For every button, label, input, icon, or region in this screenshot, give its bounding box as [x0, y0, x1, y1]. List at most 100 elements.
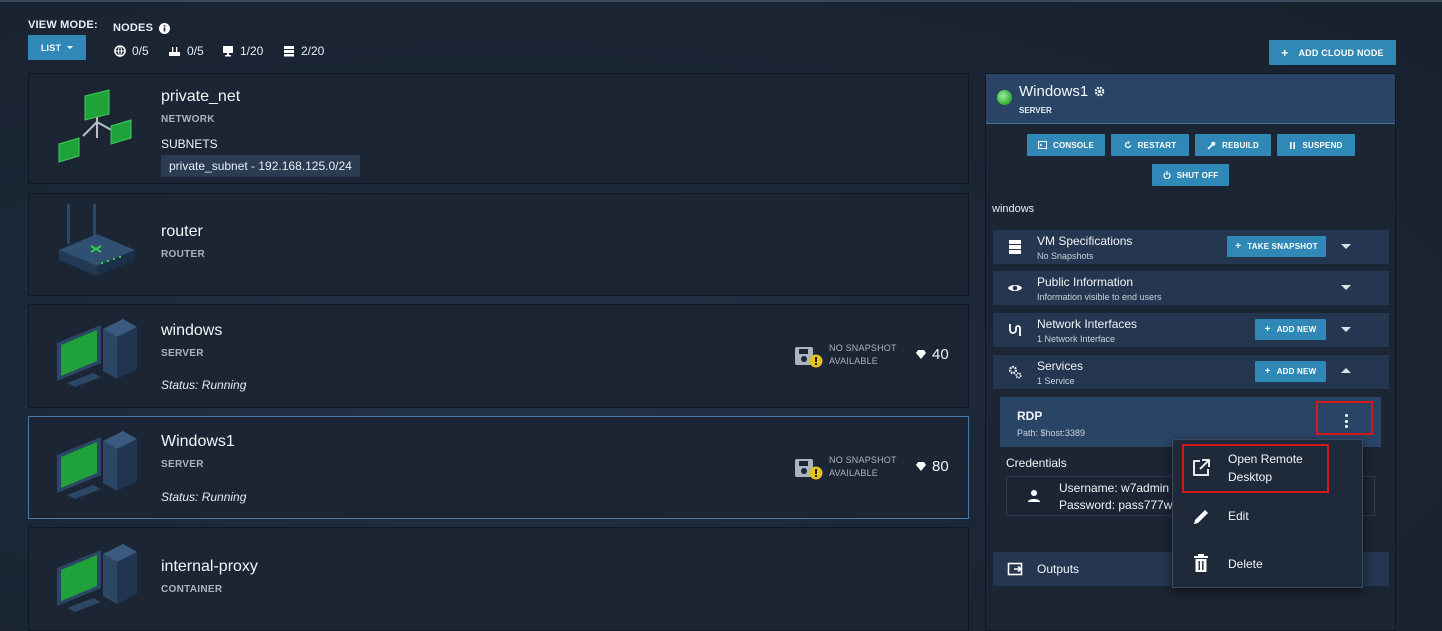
- chevron-up-icon[interactable]: [1341, 368, 1351, 373]
- plus-icon: +: [1281, 45, 1289, 60]
- node-type: NETWORK: [161, 114, 215, 125]
- take-snapshot-button[interactable]: + TAKE SNAPSHOT: [1227, 236, 1326, 257]
- server-rack-icon: [284, 46, 294, 57]
- restart-button[interactable]: RESTART: [1111, 134, 1189, 156]
- menu-item-delete[interactable]: Delete: [1173, 550, 1362, 580]
- node-status: Status: Running: [161, 490, 247, 504]
- node-card-private-net[interactable]: private_net NETWORK SUBNETS private_subn…: [28, 73, 969, 184]
- detail-title: Windows1: [1019, 83, 1089, 100]
- network-count-value: 0/5: [132, 44, 149, 58]
- server-monitor-icon: [57, 431, 137, 499]
- restart-icon: [1124, 141, 1131, 149]
- node-card-internal-proxy[interactable]: internal-proxy CONTAINER: [28, 527, 969, 631]
- shut-off-button[interactable]: SHUT OFF: [1152, 164, 1229, 186]
- info-icon[interactable]: [159, 22, 171, 34]
- section-network-interfaces[interactable]: Network Interfaces 1 Network Interface +…: [993, 313, 1389, 347]
- os-text: windows: [992, 203, 1035, 215]
- console-button[interactable]: CONSOLE: [1027, 134, 1105, 156]
- network-interface-icon: [1009, 324, 1021, 336]
- nodes-header: NODES: [113, 22, 171, 34]
- section-title: VM Specifications: [1037, 234, 1133, 248]
- plus-icon: +: [1264, 324, 1271, 335]
- service-path: Path: $host:3389: [1017, 428, 1086, 438]
- subnet-chip[interactable]: private_subnet - 192.168.125.0/24: [161, 155, 360, 177]
- add-new-label: ADD NEW: [1276, 325, 1317, 334]
- person-icon: [1028, 490, 1040, 502]
- add-new-label: ADD NEW: [1276, 367, 1317, 376]
- highlight-more-button: [1316, 401, 1373, 435]
- no-snapshot-line2: AVAILABLE: [829, 356, 878, 366]
- add-cloud-node-button[interactable]: + ADD CLOUD NODE: [1269, 40, 1396, 65]
- node-name: internal-proxy: [161, 558, 258, 575]
- router-count: 0/5: [168, 44, 204, 58]
- no-snapshot-line2: AVAILABLE: [829, 468, 878, 478]
- no-snapshot-disk-icon: [795, 459, 823, 480]
- gear-icon[interactable]: [1094, 86, 1105, 97]
- section-title: Outputs: [1037, 562, 1080, 576]
- nodes-label: NODES: [113, 22, 154, 34]
- wrench-icon: [1207, 141, 1216, 150]
- shut-off-label: SHUT OFF: [1176, 170, 1219, 180]
- gem-cost: 80: [916, 458, 949, 475]
- section-subtitle: 1 Network Interface: [1037, 334, 1116, 344]
- add-service-button[interactable]: + ADD NEW: [1255, 361, 1326, 382]
- no-snapshot-disk-icon: [795, 347, 823, 368]
- plus-icon: +: [1264, 366, 1271, 377]
- subnets-label: SUBNETS: [161, 137, 218, 151]
- node-name: private_net: [161, 88, 241, 105]
- chevron-down-icon[interactable]: [1341, 327, 1351, 332]
- rebuild-button[interactable]: REBUILD: [1195, 134, 1271, 156]
- menu-item-label: Edit: [1228, 509, 1249, 523]
- menu-item-edit[interactable]: Edit: [1173, 502, 1362, 532]
- console-icon: [1038, 141, 1048, 149]
- suspend-button[interactable]: SUSPEND: [1277, 134, 1355, 156]
- gem-value: 80: [932, 458, 949, 475]
- view-mode-label: VIEW MODE:: [28, 19, 98, 31]
- diamond-icon: [916, 462, 926, 471]
- section-public-information[interactable]: Public Information Information visible t…: [993, 271, 1389, 305]
- network-diagram-icon: [58, 89, 132, 163]
- view-mode-dropdown[interactable]: LIST: [28, 35, 86, 60]
- add-network-interface-button[interactable]: + ADD NEW: [1255, 319, 1326, 340]
- restart-label: RESTART: [1137, 140, 1177, 150]
- node-type: SERVER: [161, 459, 204, 470]
- node-card-router[interactable]: router ROUTER: [28, 193, 969, 296]
- pencil-icon: [1194, 510, 1208, 524]
- node-status: Status: Running: [161, 378, 247, 392]
- detail-type: SERVER: [1019, 106, 1052, 115]
- plus-icon: +: [1235, 241, 1242, 252]
- gem-value: 40: [932, 346, 949, 363]
- eye-icon: [1008, 285, 1022, 291]
- take-snapshot-label: TAKE SNAPSHOT: [1247, 242, 1318, 251]
- rebuild-label: REBUILD: [1222, 140, 1259, 150]
- section-subtitle: Information visible to end users: [1037, 292, 1162, 302]
- gem-cost: 40: [916, 346, 949, 363]
- credentials-username: Username: w7admin: [1059, 481, 1170, 495]
- node-name: Windows1: [161, 433, 235, 450]
- section-title: Network Interfaces: [1037, 317, 1138, 331]
- section-services[interactable]: Services 1 Service + ADD NEW: [993, 355, 1389, 389]
- router-icon: [169, 47, 180, 56]
- server-rack-icon: [1009, 240, 1021, 254]
- server-monitor-icon: [57, 319, 137, 387]
- status-indicator: [997, 90, 1012, 105]
- chevron-down-icon[interactable]: [1341, 285, 1351, 290]
- section-title: Public Information: [1037, 275, 1134, 289]
- section-vm-specifications[interactable]: VM Specifications No Snapshots + TAKE SN…: [993, 230, 1389, 264]
- chevron-down-icon[interactable]: [1341, 244, 1351, 249]
- section-subtitle: No Snapshots: [1037, 251, 1094, 261]
- monitor-icon: [223, 46, 233, 57]
- node-name: router: [161, 223, 203, 240]
- server-count: 1/20: [222, 44, 263, 58]
- node-card-windows[interactable]: windows SERVER Status: Running NO SNAPSH…: [28, 304, 969, 408]
- pause-icon: [1290, 141, 1296, 149]
- detail-header: Windows1 SERVER: [986, 74, 1395, 124]
- suspend-label: SUSPEND: [1302, 140, 1343, 150]
- no-snapshot-text: NO SNAPSHOT AVAILABLE: [829, 454, 897, 480]
- server-count-value: 1/20: [240, 44, 264, 58]
- server-monitor-icon: [57, 544, 137, 612]
- node-card-windows1[interactable]: Windows1 SERVER Status: Running NO SNAPS…: [28, 416, 969, 519]
- globe-icon: [114, 45, 126, 57]
- node-type: ROUTER: [161, 249, 206, 260]
- container-count-value: 2/20: [301, 44, 325, 58]
